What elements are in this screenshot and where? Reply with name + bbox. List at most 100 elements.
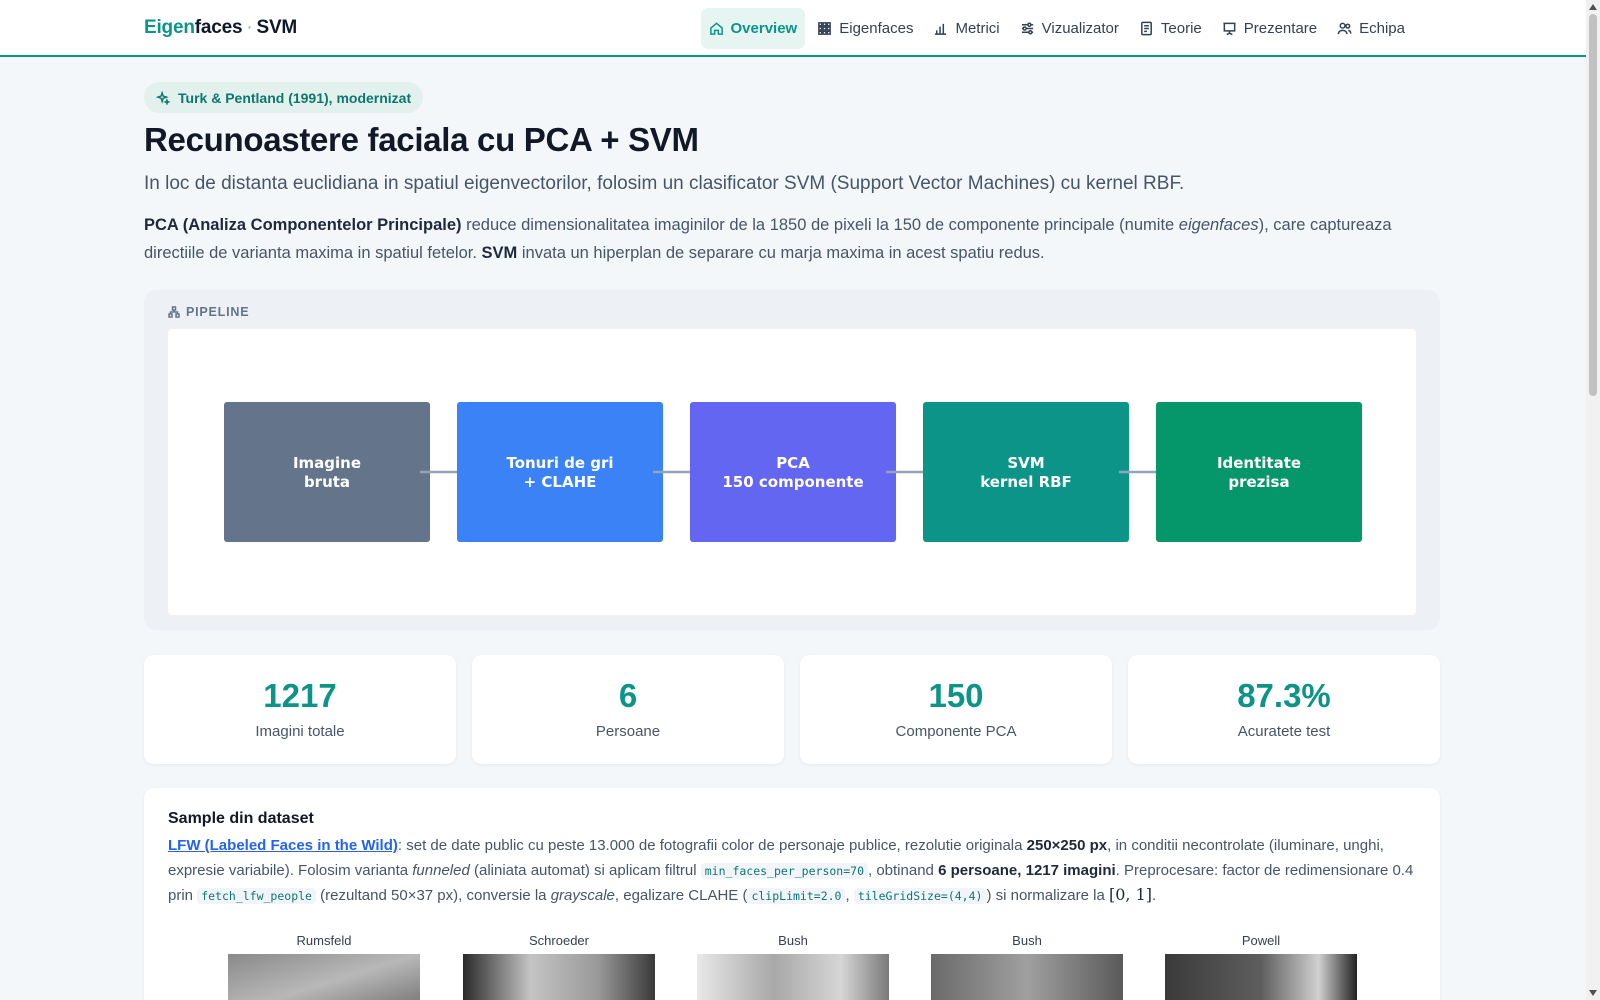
- pipeline-svg: Imaginebruta Tonuri de gri+ CLAHE PCA150 c…: [224, 402, 1362, 542]
- page-scrollbar[interactable]: [1586, 0, 1600, 1000]
- lfw-link[interactable]: LFW (Labeled Faces in the Wild): [168, 837, 398, 854]
- page-subtitle: In loc de distanta euclidiana in spatiul…: [144, 173, 1185, 194]
- dataset-text: , obtinand: [868, 861, 939, 879]
- sample-name: Rumsfeld: [296, 933, 352, 948]
- nav-metrici[interactable]: Metrici: [925, 8, 1007, 49]
- pipeline-step-label: Imagine: [293, 454, 361, 472]
- grid-icon: [818, 22, 832, 35]
- pipeline-step-label: Identitate: [1217, 454, 1301, 472]
- brand-part-eigen: Eigen: [144, 17, 195, 38]
- dataset-text: ) si normalizare la: [986, 887, 1109, 904]
- intro-text: reduce dimensionalitatea imaginilor de l…: [461, 216, 1179, 234]
- face-image: [1165, 954, 1357, 1000]
- presentation-icon: [1223, 22, 1236, 36]
- dataset-description: LFW (Labeled Faces in the Wild): set de …: [168, 834, 1420, 909]
- pipeline-step-box: [923, 402, 1129, 542]
- stat-card-components: 150 Componente PCA: [800, 655, 1112, 764]
- nav-eigenfaces[interactable]: Eigenfaces: [809, 8, 921, 49]
- sparkles-icon: [156, 90, 170, 105]
- scroll-down-arrow[interactable]: [1589, 990, 1597, 996]
- dataset-strong: 6 persoane, 1217 imagini: [938, 861, 1116, 879]
- face-image: [228, 954, 420, 1000]
- pipeline-step-label: prezisa: [1228, 473, 1289, 491]
- users-icon: [1337, 22, 1352, 35]
- code-min-faces: min_faces_per_person=70: [700, 862, 868, 879]
- nav-label: Eigenfaces: [839, 20, 914, 37]
- face-image: [931, 954, 1123, 1000]
- hierarchy-icon: [168, 306, 180, 318]
- code-clip-limit: clipLimit=2.0: [747, 888, 846, 904]
- dataset-strong: 250×250 px: [1026, 837, 1108, 854]
- nav-prezentare[interactable]: Prezentare: [1214, 8, 1325, 49]
- stat-label: Acuratete test: [1237, 723, 1331, 740]
- stat-value: 1217: [263, 677, 337, 714]
- dataset-text: ,: [845, 887, 854, 904]
- stat-value: 6: [618, 677, 638, 714]
- sliders-icon: [1021, 22, 1033, 35]
- pipeline-step-box: [457, 402, 663, 542]
- nav-echipa[interactable]: Echipa: [1329, 8, 1413, 49]
- pipeline-section: PIPELINE Imagine bruta Tonuri de gri + CLAH…: [144, 290, 1440, 630]
- sample-name: Powell: [1241, 933, 1281, 948]
- brand-part-svm: SVM: [256, 17, 298, 38]
- top-navbar: Eigenfaces · SVM Overview Eigenfaces Metri…: [0, 0, 1586, 57]
- stat-label: Imagini totale: [255, 723, 345, 740]
- pipeline-step-label: Tonuri de gri: [506, 454, 613, 472]
- citation-badge: Turk & Pentland (1991), modernizat: [144, 82, 424, 113]
- nav-label: Echipa: [1359, 20, 1405, 37]
- sample-face: Bush: [697, 933, 889, 1000]
- nav-label: Prezentare: [1243, 20, 1318, 37]
- math-range: [0, 1]: [1108, 885, 1152, 904]
- pipeline-step-label: SVM: [1007, 454, 1044, 472]
- dataset-text: .: [1152, 887, 1157, 904]
- stat-label: Componente PCA: [895, 723, 1017, 740]
- brand-logo[interactable]: Eigenfaces · SVM: [144, 17, 297, 39]
- dataset-text: (aliniata automat) si aplicam filtrul: [469, 861, 701, 879]
- face-image: [697, 954, 889, 1000]
- dataset-text: : set de date public cu peste 13.000 de …: [397, 837, 1027, 854]
- scroll-thumb[interactable]: [1589, 14, 1597, 396]
- stat-card-persons: 6 Persoane: [472, 655, 784, 764]
- sample-face: Bush: [931, 933, 1123, 1000]
- nav-vizualizator[interactable]: Vizualizator: [1012, 8, 1127, 49]
- page-title: Recunoastere faciala cu PCA + SVM: [144, 121, 699, 158]
- stat-value: 150: [928, 677, 984, 714]
- face-image: [463, 954, 655, 1000]
- nav-label: Metrici: [955, 20, 1000, 37]
- pipeline-step-label: PCA: [776, 454, 810, 472]
- stat-card-images: 1217 Imagini totale: [144, 655, 456, 764]
- stat-card-accuracy: 87.3% Acuratete test: [1128, 655, 1440, 764]
- intro-eigenfaces-term: eigenfaces: [1178, 216, 1259, 234]
- intro-paragraph: PCA (Analiza Componentelor Principale) r…: [144, 211, 1444, 267]
- sample-name: Bush: [778, 933, 808, 948]
- sample-face: Powell: [1165, 933, 1357, 1000]
- intro-svm-term: SVM: [481, 244, 518, 262]
- nav-teorie[interactable]: Teorie: [1131, 8, 1210, 49]
- document-icon: [1140, 21, 1152, 36]
- home-icon: [709, 22, 723, 35]
- pipeline-step-box: [690, 402, 896, 542]
- bar-chart-icon: [935, 23, 947, 35]
- sample-name: Schroeder: [529, 933, 589, 948]
- pipeline-step-label: + CLAHE: [524, 473, 597, 491]
- pipeline-label: PIPELINE: [186, 305, 250, 319]
- dataset-em: funneled: [412, 861, 470, 879]
- sample-face: Schroeder: [463, 933, 655, 1000]
- brand-part-faces: faces: [194, 17, 243, 38]
- main-nav: Overview Eigenfaces Metrici Vizualizator…: [700, 8, 1413, 49]
- nav-label: Vizualizator: [1041, 20, 1119, 37]
- code-fetch-lfw: fetch_lfw_people: [197, 888, 316, 904]
- dataset-text: (rezultand 50×37 px), conversie la: [315, 887, 551, 904]
- scroll-up-arrow[interactable]: [1589, 4, 1597, 10]
- stat-label: Persoane: [595, 723, 661, 740]
- nav-label: Overview: [730, 20, 798, 37]
- pipeline-step-label: kernel RBF: [980, 473, 1072, 491]
- dataset-title: Sample din dataset: [168, 810, 314, 827]
- code-tile-grid: tileGridSize=(4,4): [853, 888, 987, 904]
- pipeline-step-label: 150 componente: [722, 473, 863, 491]
- pipeline-step-box: [224, 402, 430, 542]
- nav-label: Teorie: [1160, 20, 1202, 37]
- brand-separator: ·: [246, 17, 253, 38]
- pipeline-diagram: Imagine bruta Tonuri de gri + CLAHE PCA 150 c…: [168, 329, 1416, 615]
- nav-overview[interactable]: Overview: [700, 8, 806, 49]
